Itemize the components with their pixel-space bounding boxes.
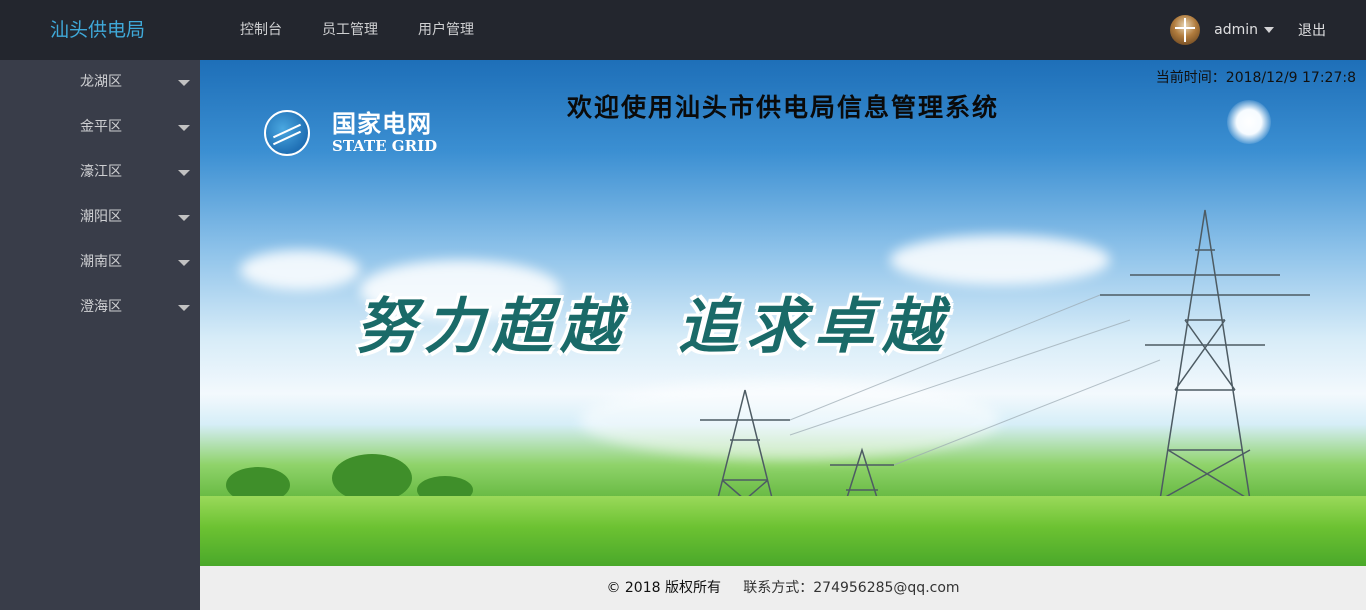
sidebar: 龙湖区 金平区 濠江区 潮阳区 潮南区 澄海区: [0, 60, 200, 610]
nav-employee-management[interactable]: 员工管理: [302, 0, 398, 60]
top-header: 汕头供电局 控制台 员工管理 用户管理 admin 退出: [0, 0, 1366, 60]
slogan-right: 追求卓越: [678, 292, 950, 362]
top-nav: 控制台 员工管理 用户管理: [220, 0, 494, 60]
state-grid-wordmark: 国家电网 STATE GRID: [332, 111, 437, 155]
footer-contact-value: 274956285@qq.com: [813, 580, 960, 596]
grass-ground: [200, 496, 1366, 566]
footer-contact-label: 联系方式：: [743, 580, 814, 596]
sidebar-item-label: 潮南区: [80, 254, 122, 270]
sidebar-item-haojiang[interactable]: 濠江区: [0, 150, 200, 195]
sidebar-item-longhu[interactable]: 龙湖区: [0, 60, 200, 105]
chevron-down-icon: [178, 80, 190, 86]
user-name: admin: [1214, 22, 1258, 38]
sidebar-item-chaonan[interactable]: 潮南区: [0, 240, 200, 285]
current-time: 当前时间：2018/12/9 17:27:8: [1156, 67, 1356, 87]
chevron-down-icon: [178, 170, 190, 176]
logout-link[interactable]: 退出: [1274, 20, 1366, 40]
user-area: admin 退出: [1170, 0, 1366, 60]
chevron-down-icon: [178, 260, 190, 266]
sidebar-item-label: 濠江区: [80, 164, 122, 180]
banner: 当前时间：2018/12/9 17:27:8 欢迎使用汕头市供电局信息管理系统 …: [200, 60, 1366, 566]
sidebar-item-jinping[interactable]: 金平区: [0, 105, 200, 150]
slogan-left: 努力超越: [356, 292, 628, 362]
avatar[interactable]: [1170, 15, 1201, 45]
sidebar-item-label: 澄海区: [80, 299, 122, 315]
sidebar-item-chenghai[interactable]: 澄海区: [0, 285, 200, 330]
state-grid-logo: 国家电网 STATE GRID: [264, 110, 437, 156]
sidebar-item-label: 金平区: [80, 119, 122, 135]
sidebar-item-label: 龙湖区: [80, 74, 122, 90]
chevron-down-icon: [178, 305, 190, 311]
site-logo[interactable]: 汕头供电局: [50, 0, 145, 60]
state-grid-emblem-icon: [264, 110, 310, 156]
logo-cn-text: 国家电网: [332, 110, 432, 138]
nav-console[interactable]: 控制台: [220, 0, 302, 60]
slogan: 努力超越 追求卓越: [356, 278, 950, 365]
time-value: 2018/12/9 17:27:8: [1225, 70, 1356, 86]
time-label: 当前时间：: [1155, 70, 1226, 86]
chevron-down-icon: [1264, 27, 1274, 33]
user-menu[interactable]: admin: [1214, 22, 1274, 38]
sidebar-item-label: 潮阳区: [80, 209, 122, 225]
footer: © 2018 版权所有 联系方式：274956285@qq.com: [200, 566, 1366, 610]
chevron-down-icon: [178, 215, 190, 221]
chevron-down-icon: [178, 125, 190, 131]
nav-user-management[interactable]: 用户管理: [398, 0, 494, 60]
sidebar-item-chaoyang[interactable]: 潮阳区: [0, 195, 200, 240]
footer-copyright: © 2018 版权所有: [606, 580, 721, 596]
logo-en-text: STATE GRID: [332, 137, 438, 155]
